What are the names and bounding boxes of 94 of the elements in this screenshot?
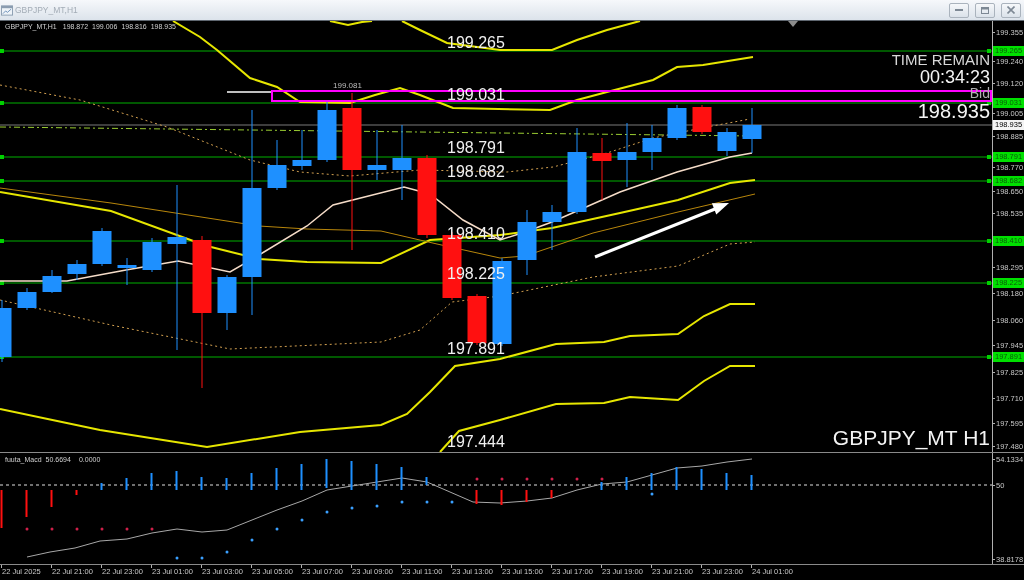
signal-dot — [25, 527, 29, 531]
price-level-label: 198.791 — [447, 139, 505, 157]
histogram-bar — [25, 490, 28, 517]
high-marker-line — [226, 91, 273, 93]
signal-dot — [375, 504, 379, 508]
signal-dot — [600, 477, 604, 481]
minimize-icon — [955, 9, 963, 11]
bullish-candle — [17, 287, 37, 311]
bullish-candle — [292, 129, 312, 171]
histogram-bar — [325, 459, 328, 488]
histogram-bar — [350, 461, 353, 490]
signal-dot — [100, 527, 104, 531]
histogram-bar — [200, 477, 203, 490]
bullish-candle — [542, 204, 562, 251]
histogram-bar — [600, 482, 603, 490]
bullish-candle — [0, 299, 12, 363]
histogram-bar — [625, 477, 628, 490]
histogram-bar — [550, 490, 553, 498]
signal-dot — [525, 477, 529, 481]
histogram-bar — [475, 490, 478, 504]
signal-dot — [550, 477, 554, 481]
price-level-label: 199.265 — [447, 34, 505, 52]
histogram-bar — [225, 478, 228, 490]
bullish-candle — [642, 124, 662, 171]
histogram-bar — [500, 490, 503, 505]
bullish-candle — [667, 104, 687, 141]
price-level-label: 198.682 — [447, 163, 505, 181]
bullish-candle — [742, 107, 762, 154]
bullish-candle — [517, 209, 537, 276]
signal-dot — [225, 550, 229, 554]
histogram-bar — [0, 490, 3, 528]
bullish-candle — [42, 269, 62, 294]
signal-dot — [200, 556, 204, 560]
chart-window-icon — [1, 4, 13, 16]
histogram-bar — [50, 490, 53, 507]
timer-value: 00:34:23 — [919, 68, 990, 86]
bullish-candle — [367, 129, 387, 181]
histogram-bar — [125, 478, 128, 490]
histogram-bar — [375, 464, 378, 490]
histogram-bar — [150, 473, 153, 490]
close-icon — [1007, 6, 1015, 14]
signal-dot — [325, 510, 329, 514]
signal-dot — [175, 556, 179, 560]
signal-dot — [150, 527, 154, 531]
histogram-bar — [525, 490, 528, 502]
restore-icon — [981, 6, 989, 14]
histogram-bar — [675, 467, 678, 490]
histogram-bar — [275, 468, 278, 490]
price-level-label: 197.891 — [447, 340, 505, 358]
signal-dot — [425, 500, 429, 504]
signal-dot — [500, 477, 504, 481]
bullish-candle — [217, 274, 237, 331]
histogram-bar — [425, 477, 428, 485]
minimize-button[interactable] — [949, 2, 969, 18]
window-title: GBPJPY_MT,H1 — [15, 4, 78, 16]
price-level-label: 197.444 — [447, 433, 505, 451]
high-price-label: 199.081 — [333, 81, 362, 91]
bid-price-value: 198.935 — [917, 100, 990, 122]
bearish-candle — [592, 137, 612, 201]
signal-dot — [50, 527, 54, 531]
histogram-bar — [750, 475, 753, 490]
bullish-candle — [267, 139, 287, 191]
histogram-bar — [100, 483, 103, 490]
bullish-candle — [317, 99, 337, 163]
histogram-bar — [250, 473, 253, 490]
signal-dot — [650, 492, 654, 496]
timer-title: TIME REMAIN — [891, 52, 990, 68]
bearish-candle — [692, 104, 712, 135]
histogram-bar — [725, 473, 728, 490]
signal-dot — [450, 500, 454, 504]
signal-dot — [475, 477, 479, 481]
histogram-bar — [700, 469, 703, 490]
bullish-candle — [92, 227, 112, 267]
histogram-bar — [650, 473, 653, 490]
bullish-candle — [67, 259, 87, 281]
bullish-candle — [717, 127, 737, 157]
signal-dot — [300, 518, 304, 522]
signal-dot — [75, 527, 79, 531]
bullish-candle — [117, 257, 137, 286]
histogram-bar — [175, 471, 178, 490]
signal-dot — [125, 527, 129, 531]
histogram-bar — [75, 490, 78, 495]
bullish-candle — [617, 122, 637, 188]
signal-dot — [275, 527, 279, 531]
histogram-bar — [400, 467, 403, 490]
symbol-caption: GBPJPY_MT H1 — [832, 426, 990, 450]
signal-dot — [350, 506, 354, 510]
signal-dot — [250, 538, 254, 542]
restore-button[interactable] — [975, 2, 995, 18]
histogram-bar — [300, 464, 303, 490]
signal-dot — [575, 477, 579, 481]
bullish-candle — [142, 237, 162, 273]
close-button[interactable] — [1001, 2, 1021, 18]
signal-dot — [400, 500, 404, 504]
